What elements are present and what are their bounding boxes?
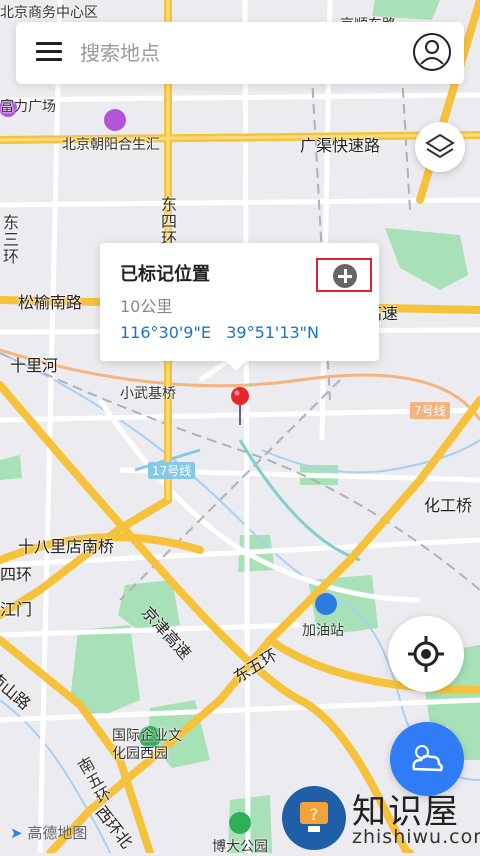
svg-text:?: ?: [310, 805, 319, 824]
watermark: ? 知识屋 zhishiwu.com: [282, 782, 480, 853]
marked-location-popup: 已标记位置 10公里 116°30'9"E 39°51'13"N: [100, 243, 379, 371]
map-label-lifang: 富力广场: [0, 99, 56, 115]
map-label-huagong: 化工桥: [424, 496, 473, 515]
map-label-east-3rd-ring: 东三环: [2, 213, 19, 266]
locate-icon: [408, 636, 444, 672]
popup-coordinates: 116°30'9"E 39°51'13"N: [120, 323, 320, 342]
watermark-logo-icon: ?: [282, 786, 346, 850]
popup-distance: 10公里: [120, 297, 173, 316]
map-label-jiangmen: 江门: [0, 600, 33, 619]
map-label-cbd: 北京商务中心区: [0, 5, 98, 21]
map-label-line17: 17号线: [148, 462, 196, 479]
map-label-east-4th-ring: 东四环: [160, 195, 177, 248]
search-input[interactable]: [78, 36, 372, 72]
map-label-industrial-park: 国际企业文化园西园: [112, 728, 182, 762]
map-pin-icon[interactable]: [230, 386, 250, 426]
map-label-songyu: 松榆南路: [18, 293, 83, 312]
map-label-si-huan: 四环: [0, 565, 33, 584]
map-label-jiayouzhan: 加油站: [302, 623, 344, 639]
map-label-xiaowuji: 小武基桥: [120, 386, 176, 402]
map-label-guangqu: 广渠快速路: [300, 136, 381, 155]
navigation-arrow-icon: ➤: [10, 824, 23, 842]
map-label-shilihe: 十里河: [10, 356, 59, 375]
locate-button[interactable]: [388, 616, 464, 692]
map-provider-logo: ➤ 高德地图: [10, 822, 87, 843]
plus-circle-icon: [333, 264, 357, 288]
map-label-shibalidian: 十八里店南桥: [18, 537, 115, 556]
map-label-bobo: 博大公园: [212, 839, 268, 855]
map-provider-label: 高德地图: [27, 824, 88, 842]
layers-button[interactable]: [415, 122, 465, 172]
add-button[interactable]: [316, 258, 372, 292]
menu-icon[interactable]: [36, 42, 62, 62]
user-icon[interactable]: [412, 32, 452, 72]
popup-title: 已标记位置: [120, 264, 210, 285]
layers-icon: [425, 133, 455, 159]
map-label-line7: 7号线: [410, 402, 450, 419]
search-bar: [16, 22, 464, 84]
map-label-hesheng: 北京朝阳合生汇: [62, 137, 160, 153]
watermark-url: zhishiwu.com: [352, 826, 480, 848]
